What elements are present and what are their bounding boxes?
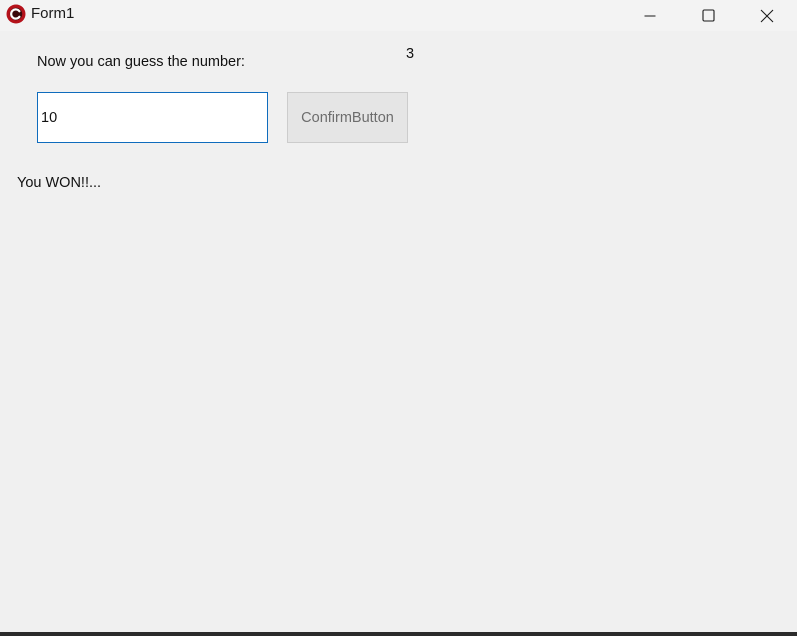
prompt-label: Now you can guess the number:: [37, 54, 245, 70]
minimize-button[interactable]: [621, 0, 679, 31]
maximize-icon: [701, 9, 715, 22]
counter-label: 3: [406, 46, 415, 62]
maximize-button[interactable]: [679, 0, 737, 31]
result-label: You WON!!...: [17, 175, 102, 191]
close-icon: [760, 9, 774, 23]
app-c-icon: [6, 4, 26, 24]
close-button[interactable]: [738, 0, 796, 31]
form-client-area: Now you can guess the number: 3 ConfirmB…: [0, 31, 797, 632]
guess-input[interactable]: [37, 92, 268, 143]
title-bar[interactable]: Form1: [0, 0, 797, 31]
minimize-icon: [644, 10, 656, 22]
app-window: Form1 Now you can guess the number: 3 10…: [0, 0, 797, 632]
window-title: Form1: [31, 5, 75, 22]
confirm-button[interactable]: ConfirmButton: [287, 92, 408, 143]
